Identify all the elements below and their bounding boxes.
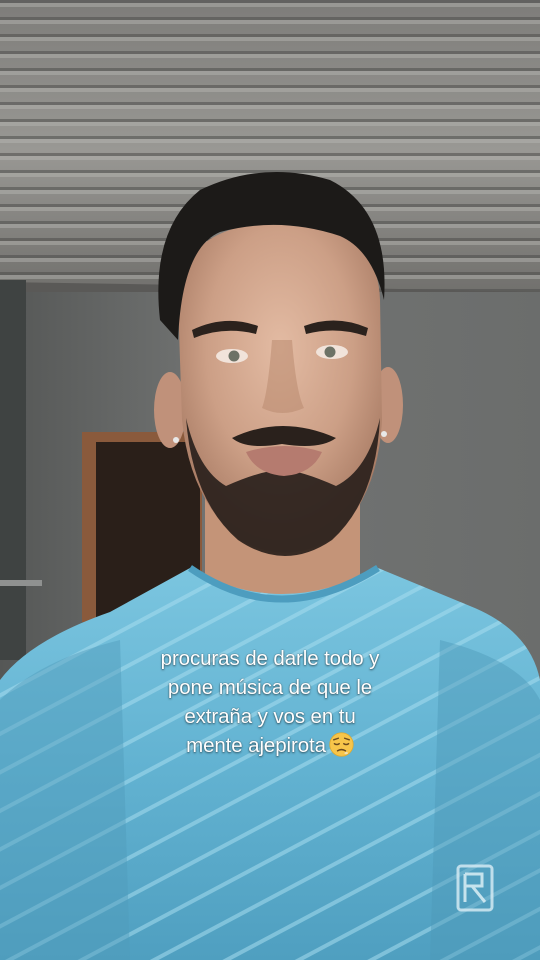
pensive-face-icon <box>329 732 354 757</box>
caption-line-1: procuras de darle todo y <box>160 647 380 670</box>
caption-overlay: procuras de darle todo y pone música de … <box>60 644 480 760</box>
caption-line-3: extraña y vos en tu <box>184 705 356 728</box>
caption-line-2: pone música de que le <box>167 676 373 699</box>
right-iris <box>324 346 336 358</box>
video-frame-background <box>0 0 540 960</box>
left-wall-edge <box>0 280 26 660</box>
right-earring <box>381 431 387 437</box>
wall-shelf <box>0 580 42 586</box>
left-earring <box>173 437 179 443</box>
caption-line-4-text: mente ajepirota <box>186 734 326 757</box>
left-iris <box>228 350 240 362</box>
caption-line-4: mente ajepirota <box>60 731 480 760</box>
